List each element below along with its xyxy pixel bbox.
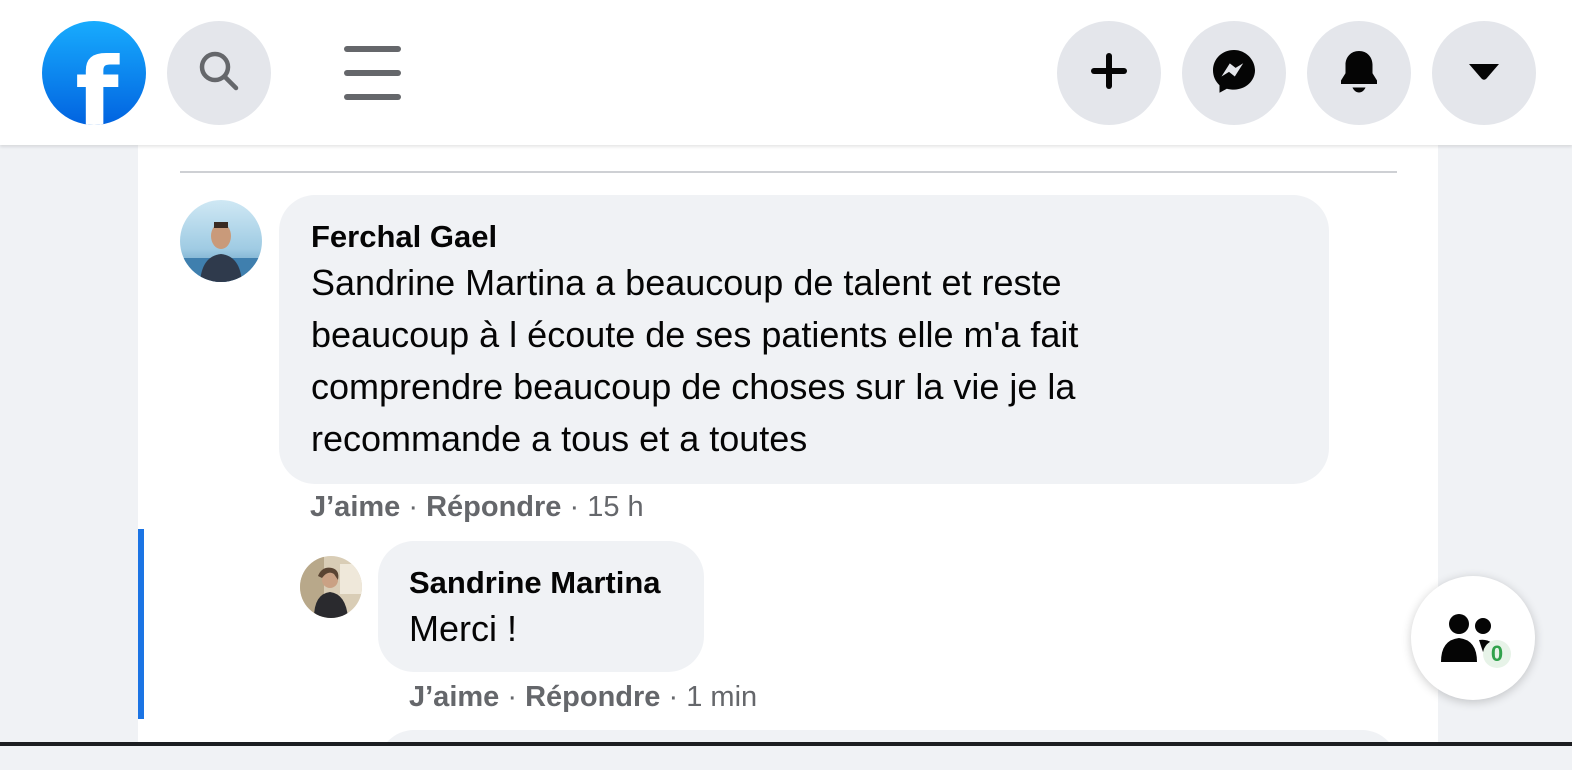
search-icon xyxy=(196,48,242,99)
separator: · xyxy=(668,681,679,713)
like-link[interactable]: J’aime xyxy=(409,681,499,713)
comment-actions: J’aime · Répondre · 15 h xyxy=(310,491,644,524)
menu-button[interactable] xyxy=(336,40,408,106)
comment-author[interactable]: Ferchal Gael xyxy=(311,219,497,255)
divider xyxy=(180,171,1397,173)
hamburger-menu-icon xyxy=(336,46,408,110)
search-button[interactable] xyxy=(167,21,271,125)
reply-actions: J’aime · Répondre · 1 min xyxy=(409,681,757,714)
reply-author[interactable]: Sandrine Martina xyxy=(409,565,661,601)
caret-down-icon xyxy=(1466,59,1502,88)
avatar-ferchal-gael[interactable] xyxy=(180,200,262,282)
plus-icon xyxy=(1087,49,1131,98)
comment-bubble: Ferchal Gael Sandrine Martina a beaucoup… xyxy=(279,195,1329,484)
logo-letter: f xyxy=(75,36,119,126)
facebook-logo-icon[interactable]: f xyxy=(42,21,146,125)
reply-bubble: Sandrine Martina Merci ! xyxy=(378,541,704,672)
separator: · xyxy=(507,681,518,713)
avatar-sandrine-martina[interactable] xyxy=(300,556,362,618)
comment-input-partial[interactable] xyxy=(378,730,1398,770)
create-button[interactable] xyxy=(1057,21,1161,125)
comments-card: Ferchal Gael Sandrine Martina a beaucoup… xyxy=(138,145,1438,770)
account-menu-button[interactable] xyxy=(1432,21,1536,125)
window-bottom-edge xyxy=(0,742,1572,746)
top-navigation-bar: f xyxy=(0,0,1572,145)
comment-text: Sandrine Martina a beaucoup de talent et… xyxy=(311,262,1079,459)
notifications-button[interactable] xyxy=(1307,21,1411,125)
separator: · xyxy=(569,491,580,523)
online-count-badge: 0 xyxy=(1483,640,1511,668)
like-link[interactable]: J’aime xyxy=(310,491,400,523)
reply-thread-highlight xyxy=(138,529,144,719)
separator: · xyxy=(408,491,419,523)
reply-text: Merci ! xyxy=(409,608,517,649)
reply-link[interactable]: Répondre xyxy=(525,681,660,713)
messenger-button[interactable] xyxy=(1182,21,1286,125)
comment-timestamp[interactable]: 15 h xyxy=(587,491,643,523)
contacts-button[interactable]: 0 xyxy=(1411,576,1535,700)
bell-icon xyxy=(1336,47,1382,100)
messenger-icon xyxy=(1210,47,1258,100)
reply-timestamp[interactable]: 1 min xyxy=(686,681,757,713)
reply-link[interactable]: Répondre xyxy=(426,491,561,523)
